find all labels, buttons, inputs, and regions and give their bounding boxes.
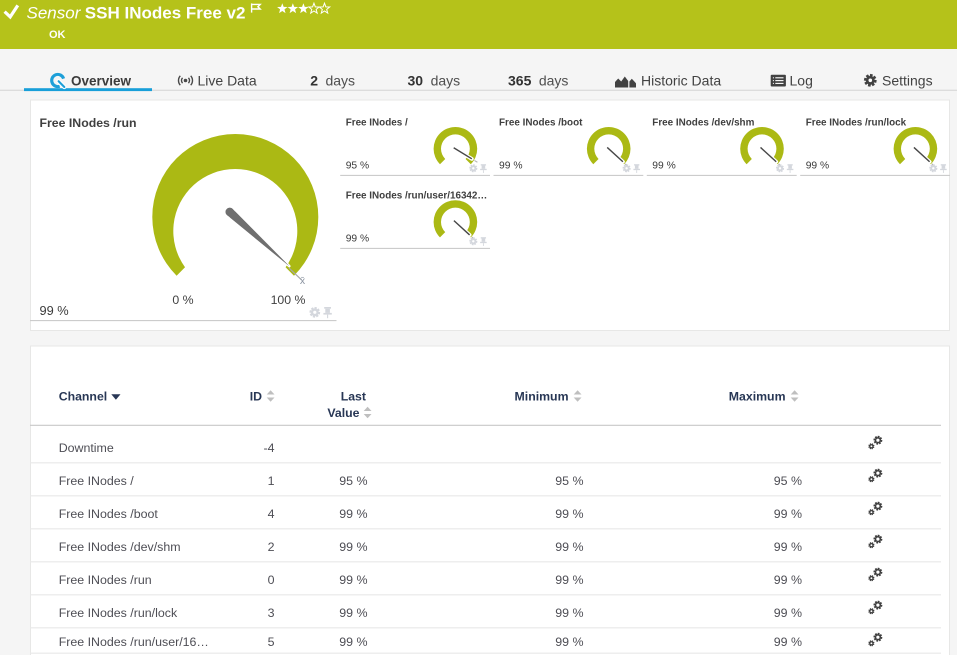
svg-text:Free INodes /run: Free INodes /run xyxy=(40,116,137,130)
svg-text:5: 5 xyxy=(268,635,275,649)
svg-text:99 %: 99 % xyxy=(555,507,583,521)
svg-text:Overview: Overview xyxy=(71,74,132,89)
svg-text:x̄: x̄ xyxy=(300,275,306,287)
svg-text:99 %: 99 % xyxy=(339,635,367,649)
svg-text:100 %: 100 % xyxy=(271,293,306,307)
svg-text:99 %: 99 % xyxy=(499,161,522,172)
svg-text:Last: Last xyxy=(341,390,366,404)
svg-text:99 %: 99 % xyxy=(652,161,675,172)
svg-text:30days: 30 days xyxy=(408,73,461,89)
svg-text:4: 4 xyxy=(268,507,275,521)
svg-text:Free INodes /run/user/16…: Free INodes /run/user/16… xyxy=(59,635,209,649)
svg-text:Maximum: Maximum xyxy=(729,390,786,404)
svg-text:Free INodes /boot: Free INodes /boot xyxy=(499,117,583,128)
svg-text:Downtime: Downtime xyxy=(59,441,114,455)
svg-text:Free INodes /run/user/16342…: Free INodes /run/user/16342… xyxy=(346,190,488,201)
svg-text:99 %: 99 % xyxy=(774,606,802,620)
svg-text:2: 2 xyxy=(268,540,275,554)
svg-text:99 %: 99 % xyxy=(806,161,829,172)
svg-text:Minimum: Minimum xyxy=(515,390,569,404)
svg-text:Free INodes /dev/shm: Free INodes /dev/shm xyxy=(652,117,754,128)
svg-text:Settings: Settings xyxy=(882,73,933,89)
svg-text:99 %: 99 % xyxy=(774,540,802,554)
svg-text:Log: Log xyxy=(790,73,813,89)
svg-text:OK: OK xyxy=(49,29,66,41)
svg-text:99 %: 99 % xyxy=(555,540,583,554)
svg-text:0: 0 xyxy=(268,573,275,587)
svg-text:99 %: 99 % xyxy=(774,573,802,587)
svg-text:99 %: 99 % xyxy=(774,507,802,521)
svg-text:99 %: 99 % xyxy=(339,540,367,554)
svg-text:Value: Value xyxy=(327,406,359,420)
svg-text:Sensor: Sensor xyxy=(27,3,82,22)
svg-text:99 %: 99 % xyxy=(40,303,69,318)
svg-text:Live Data: Live Data xyxy=(198,73,257,89)
svg-text:Free INodes /boot: Free INodes /boot xyxy=(59,507,159,521)
svg-text:95 %: 95 % xyxy=(346,161,369,172)
svg-text:0 %: 0 % xyxy=(172,293,193,307)
svg-text:Free INodes /: Free INodes / xyxy=(59,474,135,488)
svg-text:99 %: 99 % xyxy=(346,234,369,245)
svg-text:2days: 2 days xyxy=(310,73,355,89)
svg-text:SSH INodes Free v2: SSH INodes Free v2 xyxy=(85,3,246,22)
svg-text:Free INodes /run: Free INodes /run xyxy=(59,573,152,587)
svg-text:99 %: 99 % xyxy=(555,573,583,587)
svg-text:99 %: 99 % xyxy=(339,507,367,521)
svg-text:99 %: 99 % xyxy=(339,573,367,587)
svg-text:ID: ID xyxy=(250,390,262,404)
svg-text:Free INodes /dev/shm: Free INodes /dev/shm xyxy=(59,540,181,554)
svg-text:-4: -4 xyxy=(263,441,274,455)
svg-text:95 %: 95 % xyxy=(555,474,583,488)
svg-text:Historic Data: Historic Data xyxy=(641,73,721,89)
svg-text:99 %: 99 % xyxy=(339,606,367,620)
svg-text:Channel: Channel xyxy=(59,390,108,404)
svg-text:95 %: 95 % xyxy=(774,474,802,488)
svg-text:99 %: 99 % xyxy=(555,635,583,649)
svg-text:Free INodes /: Free INodes / xyxy=(346,117,408,128)
svg-text:3: 3 xyxy=(268,606,275,620)
svg-text:Free INodes /run/lock: Free INodes /run/lock xyxy=(806,117,907,128)
svg-text:99 %: 99 % xyxy=(774,635,802,649)
svg-text:99 %: 99 % xyxy=(555,606,583,620)
svg-text:Free INodes /run/lock: Free INodes /run/lock xyxy=(59,606,178,620)
svg-text:365days: 365 days xyxy=(508,73,568,89)
svg-text:95 %: 95 % xyxy=(339,474,367,488)
svg-text:1: 1 xyxy=(268,474,275,488)
